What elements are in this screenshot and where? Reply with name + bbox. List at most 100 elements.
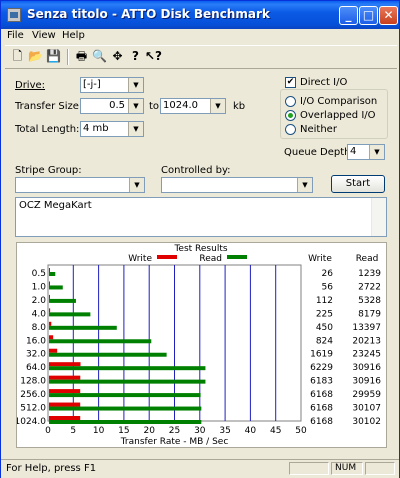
title-bar[interactable]: Senza titolo - ATTO Disk Benchmark _ □ ✕ — [1, 1, 399, 29]
stripe-group-select[interactable]: ▼ — [15, 177, 145, 193]
write-value: 112 — [316, 296, 333, 306]
x-axis-label: Transfer Rate - MB / Sec — [120, 437, 229, 447]
direct-io-checkbox[interactable]: ✔ — [285, 77, 296, 88]
y-category-label: 16.0 — [26, 336, 46, 346]
io-comparison-radio[interactable] — [285, 96, 296, 107]
queue-depth-label: Queue Depth: — [284, 147, 354, 158]
write-value: 6229 — [310, 363, 333, 373]
overlapped-io-radio[interactable] — [285, 110, 296, 121]
write-bar — [49, 348, 58, 353]
drive-select[interactable]: [-j-] ▼ — [80, 77, 144, 93]
y-category-label: 128.0 — [20, 377, 46, 387]
open-icon[interactable]: 📂 — [27, 48, 44, 65]
controlled-by-label: Controlled by: — [161, 165, 231, 176]
write-bar — [49, 416, 81, 420]
write-bar — [49, 362, 81, 367]
read-column-header: Read — [356, 254, 379, 264]
write-value: 6168 — [310, 390, 333, 400]
direct-io-label: Direct I/O — [300, 77, 348, 88]
chevron-down-icon: ▼ — [369, 145, 384, 159]
write-column-header: Write — [308, 254, 332, 264]
read-bar — [49, 298, 76, 303]
read-bar — [49, 312, 91, 317]
read-value: 8179 — [358, 309, 381, 319]
read-bar — [49, 366, 206, 371]
x-tick-label: 0 — [45, 426, 51, 436]
close-button[interactable]: ✕ — [379, 6, 398, 25]
chevron-down-icon: ▼ — [128, 99, 143, 113]
description-textarea[interactable]: OCZ MegaKart — [15, 197, 387, 237]
total-length-select[interactable]: 4 mb ▼ — [80, 121, 144, 137]
write-value: 6168 — [310, 404, 333, 414]
status-cell-caps — [289, 462, 329, 475]
description-scrollbar[interactable] — [371, 198, 386, 236]
queue-depth-select[interactable]: 4 ▼ — [347, 144, 385, 160]
transfer-to-select[interactable]: 1024.0 ▼ — [160, 98, 226, 114]
menu-help[interactable]: Help — [62, 30, 85, 41]
x-tick-label: 40 — [245, 426, 257, 436]
write-value: 56 — [322, 282, 334, 292]
read-value: 23245 — [352, 350, 381, 360]
new-icon[interactable]: 🗋 — [9, 48, 26, 65]
context-help-icon[interactable]: ↖? — [145, 48, 162, 65]
y-category-label: 1.0 — [32, 282, 47, 292]
print-preview-icon[interactable]: 🔍 — [91, 48, 108, 65]
window-title: Senza titolo - ATTO Disk Benchmark — [27, 7, 270, 21]
app-icon — [7, 8, 21, 22]
read-value: 30102 — [352, 417, 381, 427]
write-bar — [49, 321, 52, 326]
write-bar — [49, 281, 50, 286]
print-icon[interactable]: 🖶 — [73, 48, 90, 65]
legend-write-swatch — [157, 255, 177, 259]
read-bar — [49, 285, 63, 290]
read-value: 1239 — [358, 269, 381, 279]
chevron-down-icon: ▼ — [128, 78, 143, 92]
read-value: 29959 — [352, 390, 381, 400]
read-bar — [49, 393, 201, 398]
overlapped-io-label: Overlapped I/O — [300, 110, 376, 121]
results-chart: Test Results Write Read Write Read 0 5 10 15 20 25… — [15, 244, 382, 447]
y-category-label: 2.0 — [32, 296, 47, 306]
x-tick-label: 15 — [118, 426, 129, 436]
chevron-down-icon: ▼ — [297, 178, 312, 192]
y-category-label: 0.5 — [32, 269, 46, 279]
app-window: Senza titolo - ATTO Disk Benchmark _ □ ✕… — [0, 0, 400, 478]
write-value: 824 — [316, 336, 333, 346]
status-cell-scroll — [365, 462, 395, 475]
x-tick-label: 30 — [194, 426, 206, 436]
maximize-button[interactable]: □ — [359, 6, 378, 25]
io-comparison-label: I/O Comparison — [300, 96, 378, 107]
menu-file[interactable]: File — [7, 30, 24, 41]
transfer-size-label: Transfer Size: — [15, 101, 83, 112]
stripe-group-label: Stripe Group: — [15, 165, 82, 176]
x-tick-label: 45 — [270, 426, 281, 436]
read-value: 5328 — [358, 296, 381, 306]
status-help-text: For Help, press F1 — [6, 463, 97, 474]
save-icon[interactable]: 💾 — [45, 48, 62, 65]
y-category-label: 512.0 — [20, 404, 46, 414]
to-label: to — [149, 101, 160, 112]
start-button[interactable]: Start — [331, 175, 385, 193]
neither-radio[interactable] — [285, 124, 296, 135]
x-tick-label: 50 — [295, 426, 307, 436]
move-icon[interactable]: ✥ — [109, 48, 126, 65]
write-bar — [49, 294, 50, 299]
menu-bar: File View Help — [1, 29, 399, 45]
y-category-label: 64.0 — [26, 363, 46, 373]
transfer-from-select[interactable]: 0.5 ▼ — [80, 98, 144, 114]
read-value: 30916 — [352, 363, 381, 373]
menu-view[interactable]: View — [32, 30, 56, 41]
legend-read-label: Read — [199, 254, 222, 264]
help-icon[interactable]: ? — [127, 48, 144, 65]
status-num: NUM — [331, 462, 363, 475]
controlled-by-select[interactable]: ▼ — [161, 177, 313, 193]
minimize-button[interactable]: _ — [339, 6, 358, 25]
read-value: 30916 — [352, 377, 381, 387]
write-bar — [49, 389, 81, 394]
read-value: 30107 — [352, 404, 381, 414]
read-bar — [49, 420, 202, 424]
write-bar — [49, 375, 81, 380]
read-value: 20213 — [352, 336, 381, 346]
write-value: 450 — [316, 323, 333, 333]
write-bar — [49, 335, 54, 340]
